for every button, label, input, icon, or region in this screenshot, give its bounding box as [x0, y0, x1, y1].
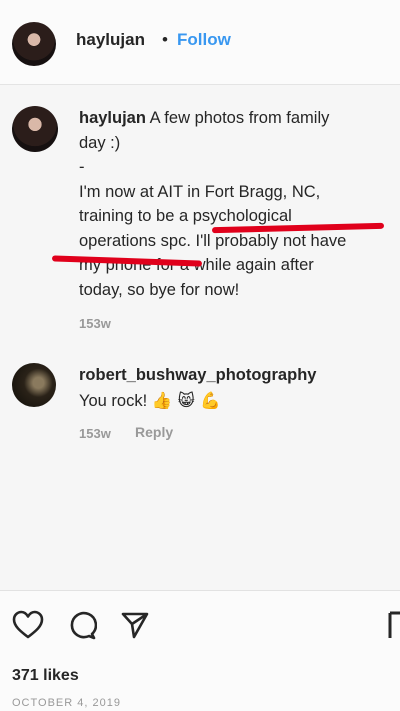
- heart-icon[interactable]: [12, 610, 44, 640]
- caption-line: -: [79, 158, 85, 176]
- caption-line: haylujan A few photos from family: [79, 106, 397, 131]
- separator-dot: •: [162, 30, 168, 49]
- post-date: OCTOBER 4, 2019: [12, 697, 121, 709]
- comment-timestamp: 153w: [79, 426, 111, 441]
- caption-timestamp: 153w: [79, 316, 111, 331]
- comment-emojis: 👍 😸 💪: [151, 391, 221, 410]
- caption-username[interactable]: haylujan: [79, 109, 146, 127]
- post-actions: 371 likes OCTOBER 4, 2019: [0, 590, 400, 711]
- author-avatar[interactable]: [12, 22, 56, 66]
- caption-line: today, so bye for now!: [79, 280, 240, 299]
- caption-avatar[interactable]: [12, 106, 58, 152]
- share-icon[interactable]: [120, 610, 150, 640]
- caption-line: day :): [79, 133, 121, 152]
- caption-line: my phone for a while again after: [79, 256, 314, 274]
- likes-count[interactable]: 371 likes: [12, 667, 79, 685]
- caption-text: A few photos from family: [149, 109, 330, 127]
- caption-line: I'm now at AIT in Fort Bragg, NC,: [79, 182, 321, 201]
- post-header: haylujan • Follow: [0, 0, 400, 85]
- comment-icon[interactable]: [67, 610, 97, 640]
- caption: haylujan A few photos from family day :)…: [79, 106, 397, 302]
- bookmark-icon[interactable]: [388, 610, 400, 640]
- instagram-post: haylujan • Follow haylujan A few photos …: [0, 0, 400, 711]
- author-username[interactable]: haylujan: [76, 30, 145, 50]
- commenter-username[interactable]: robert_bushway_photography: [79, 366, 316, 385]
- comment-text: You rock! 👍 😸 💪: [79, 391, 221, 411]
- comment-body: You rock!: [79, 392, 148, 410]
- follow-button[interactable]: Follow: [177, 30, 231, 50]
- commenter-avatar[interactable]: [12, 363, 56, 407]
- reply-button[interactable]: Reply: [135, 424, 173, 440]
